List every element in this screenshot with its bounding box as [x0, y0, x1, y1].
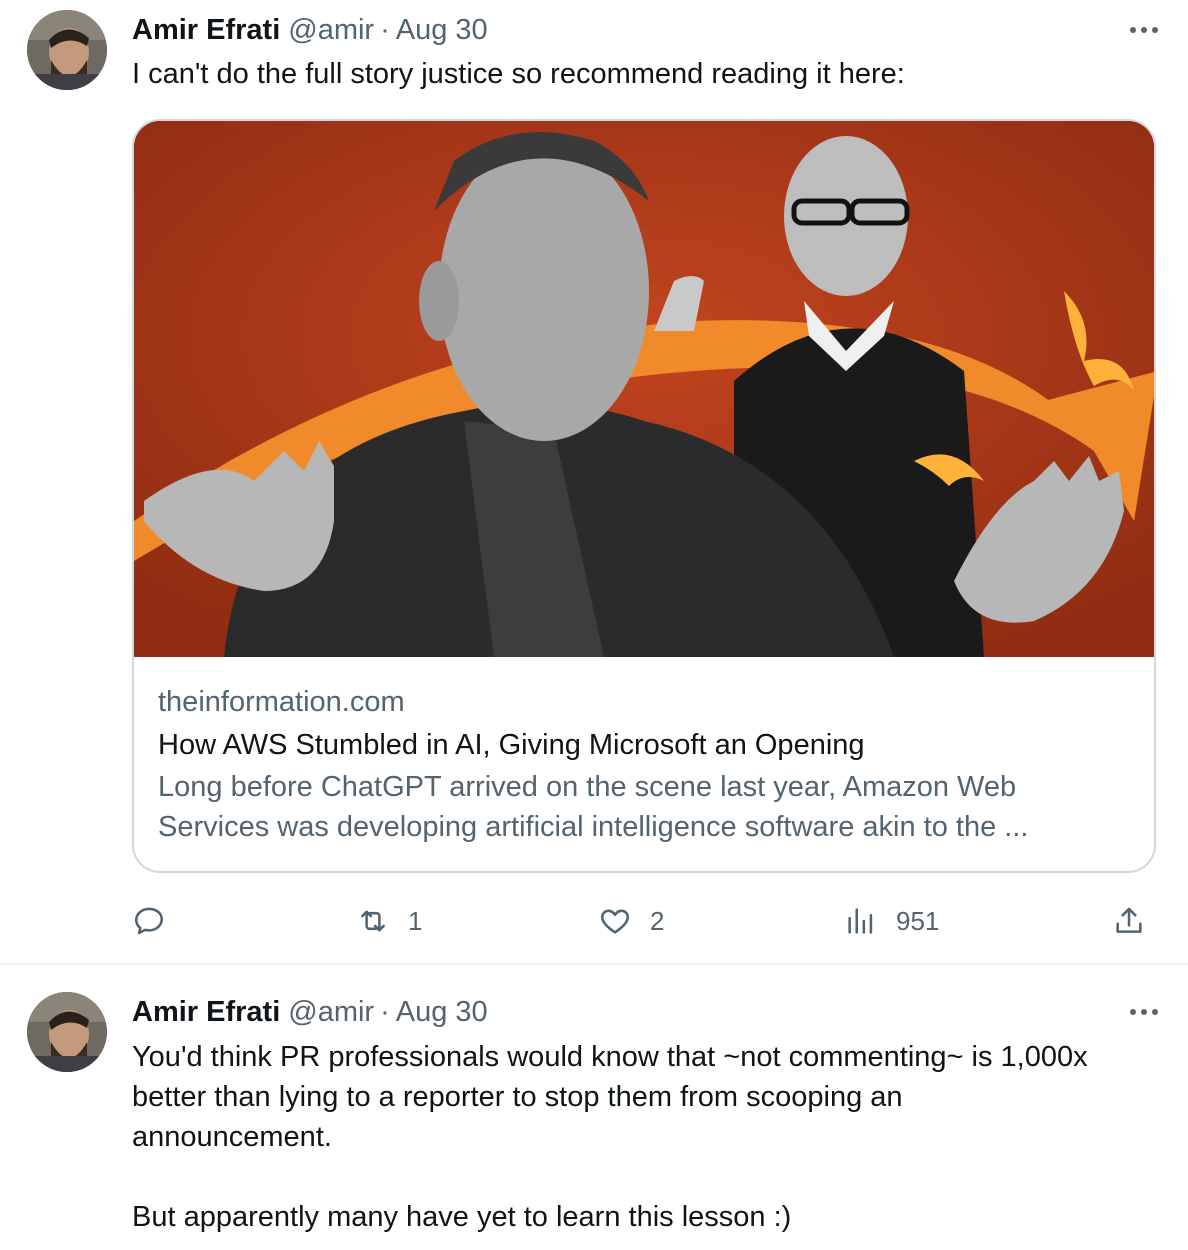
tweet-header: Amir Efrati @amir · Aug 30 [132, 12, 488, 48]
tweet-text: You'd think PR professionals would know … [132, 1037, 1162, 1237]
tweet-date[interactable]: Aug 30 [396, 14, 488, 47]
more-horizontal-icon [1130, 1009, 1158, 1015]
share-icon [1116, 907, 1142, 933]
tweet-text-line: But apparently many have yet to learn th… [132, 1201, 792, 1233]
avatar-image [27, 10, 107, 90]
separator: · [380, 13, 390, 46]
tweet-header: Amir Efrati @amir · Aug 30 [132, 994, 488, 1030]
heart-icon [600, 909, 630, 934]
share-button[interactable] [1112, 898, 1146, 944]
card-description-line: Long before ChatGPT arrived on the scene… [158, 771, 1017, 803]
tweet[interactable]: Amir Efrati @amir · Aug 30 I can't do th… [0, 0, 1188, 962]
views-icon [848, 908, 873, 934]
more-horizontal-icon [1130, 27, 1158, 33]
retweet-count: 1 [408, 905, 423, 936]
reply-icon [134, 907, 164, 935]
tweet-text-line: You'd think PR professionals would know … [132, 1041, 1088, 1073]
views-button[interactable]: 951 [844, 898, 939, 944]
like-button[interactable]: 2 [598, 898, 664, 944]
avatar-image [27, 992, 107, 1072]
author-name[interactable]: Amir Efrati [132, 996, 280, 1029]
card-meta: theinformation.com How AWS Stumbled in A… [158, 681, 1130, 847]
separator: · [380, 995, 390, 1028]
action-bar: 1 2 951 [132, 898, 1162, 944]
tweet[interactable]: Amir Efrati @amir · Aug 30 You'd think P… [0, 966, 1188, 1250]
retweet-button[interactable]: 1 [356, 898, 422, 944]
link-card[interactable]: theinformation.com How AWS Stumbled in A… [132, 119, 1156, 873]
tweet-text: I can't do the full story justice so rec… [132, 58, 905, 90]
card-domain: theinformation.com [158, 686, 405, 718]
more-button[interactable] [1124, 994, 1164, 1030]
views-count: 951 [896, 905, 940, 936]
like-count: 2 [650, 905, 665, 936]
reply-button[interactable] [132, 898, 184, 944]
more-button[interactable] [1124, 12, 1164, 48]
tweet-text-line: announcement. [132, 1121, 332, 1153]
retweet-icon [361, 910, 385, 932]
tweet-date[interactable]: Aug 30 [396, 996, 488, 1029]
article-illustration [134, 121, 1154, 657]
tweet-text-line: better than lying to a reporter to stop … [132, 1081, 903, 1113]
avatar[interactable] [27, 992, 107, 1072]
card-description-line: Services was developing artificial intel… [158, 811, 1029, 843]
card-image [134, 121, 1154, 657]
author-name[interactable]: Amir Efrati [132, 14, 280, 47]
avatar[interactable] [27, 10, 107, 90]
author-handle[interactable]: @amir [288, 996, 374, 1029]
card-title: How AWS Stumbled in AI, Giving Microsoft… [158, 729, 865, 761]
tweet-divider [0, 963, 1188, 965]
author-handle[interactable]: @amir [288, 14, 374, 47]
